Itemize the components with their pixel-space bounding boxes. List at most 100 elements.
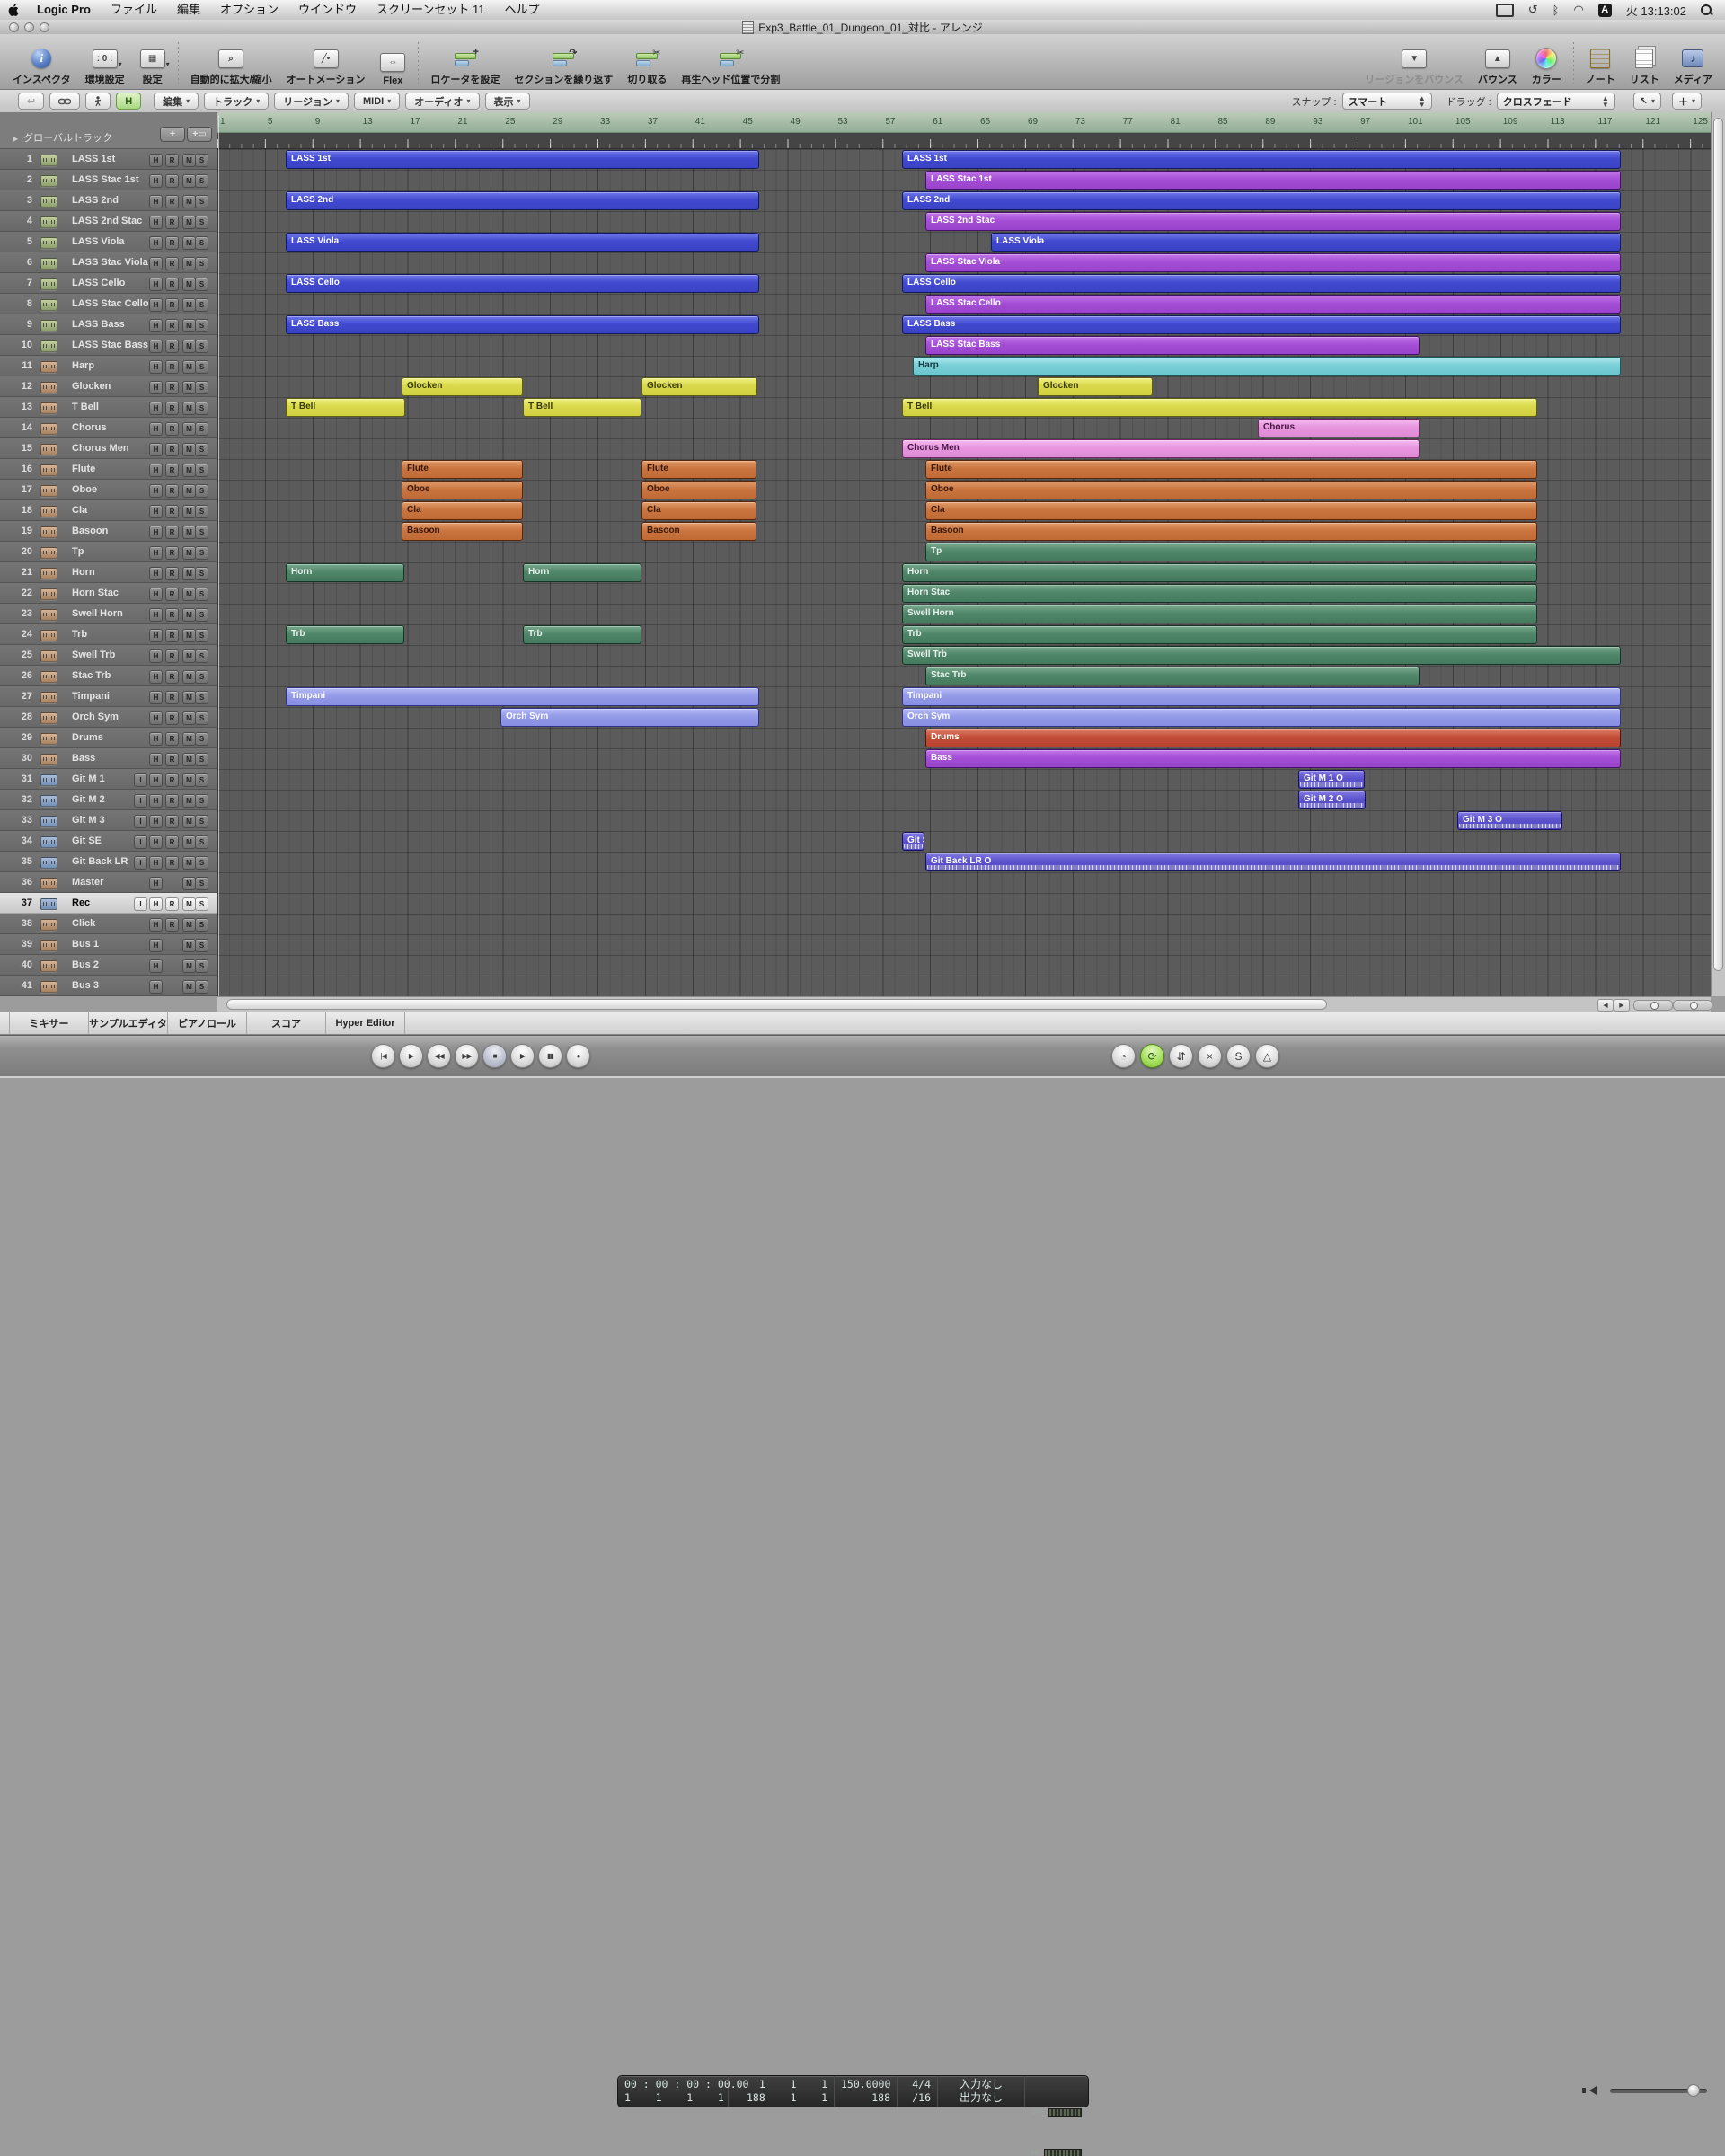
mute-button[interactable]: M <box>182 897 196 911</box>
rewind-to-start-button[interactable]: |◀ <box>371 1044 395 1068</box>
record-enable-button[interactable]: R <box>165 691 179 704</box>
hide-button[interactable]: H <box>149 402 163 415</box>
solo-button[interactable]: S <box>195 897 208 911</box>
record-enable-button[interactable]: R <box>165 298 179 312</box>
hide-button[interactable]: H <box>149 567 163 580</box>
solo-button[interactable]: S <box>195 980 208 994</box>
solo-button[interactable]: S <box>195 174 208 188</box>
track-row-trb[interactable]: 24TrbHRMS <box>0 624 217 645</box>
mute-button[interactable]: M <box>182 608 196 622</box>
hide-button[interactable]: H <box>149 360 163 374</box>
solo-button[interactable]: S <box>195 381 208 394</box>
region-lass-2nd[interactable]: LASS 2nd <box>286 191 759 210</box>
mute-button[interactable]: M <box>182 526 196 539</box>
solo-button[interactable]: S <box>195 340 208 353</box>
hide-button[interactable]: H <box>149 588 163 601</box>
hide-button[interactable]: H <box>149 939 163 952</box>
region-cla[interactable]: Cla <box>641 501 756 520</box>
region-lass-viola[interactable]: LASS Viola <box>286 233 759 252</box>
apple-menu-icon[interactable] <box>0 3 27 18</box>
toolbar-button-settings[interactable]: ▦設定 <box>132 36 173 86</box>
region-lass-stac-viola[interactable]: LASS Stac Viola <box>925 253 1621 272</box>
region-stac-trb[interactable]: Stac Trb <box>925 667 1420 685</box>
display-menu-icon[interactable] <box>1496 4 1514 17</box>
region-git-back-lr-o[interactable]: Git Back LR O <box>925 853 1621 871</box>
mute-button[interactable]: M <box>182 773 196 787</box>
catch-playhead-button[interactable] <box>85 93 111 110</box>
solo-button[interactable]: S <box>195 794 208 808</box>
mute-button[interactable]: M <box>182 443 196 456</box>
hide-button[interactable]: H <box>149 649 163 663</box>
autopunch-button[interactable]: ⇵ <box>1169 1044 1193 1068</box>
toolbar-button-media[interactable]: ♪メディア <box>1667 36 1720 86</box>
record-enable-button[interactable]: R <box>165 402 179 415</box>
lcd-signature-display[interactable]: 4/4/16 <box>898 2076 938 2107</box>
region-oboe[interactable]: Oboe <box>641 481 756 499</box>
solo-button[interactable]: S <box>195 773 208 787</box>
solo-button[interactable]: S <box>195 649 208 663</box>
link-button[interactable] <box>49 93 80 110</box>
record-enable-button[interactable]: R <box>165 897 179 911</box>
solo-button[interactable]: S <box>195 216 208 229</box>
region-trb[interactable]: Trb <box>523 625 641 644</box>
track-row-basoon[interactable]: 19BasoonHRMS <box>0 521 217 542</box>
region-git-m-1-o[interactable]: Git M 1 O <box>1298 770 1365 789</box>
mute-button[interactable]: M <box>182 629 196 642</box>
replace-button[interactable]: × <box>1198 1044 1222 1068</box>
mute-button[interactable]: M <box>182 360 196 374</box>
region-cla[interactable]: Cla <box>925 501 1537 520</box>
track-row-lass-stac-cello[interactable]: 8LASS Stac CelloHRMS <box>0 294 217 314</box>
close-window-button[interactable] <box>9 22 19 32</box>
input-monitor-button[interactable]: I <box>134 897 147 911</box>
hide-button[interactable]: H <box>149 154 163 167</box>
solo-button[interactable]: S <box>195 732 208 746</box>
track-row-git-m-3[interactable]: 33Git M 3IHRMS <box>0 810 217 831</box>
hide-button[interactable]: H <box>149 505 163 518</box>
solo-button[interactable]: S <box>195 278 208 291</box>
vertical-scrollbar[interactable] <box>1711 112 1725 996</box>
record-enable-button[interactable]: R <box>165 608 179 622</box>
solo-button[interactable]: S <box>195 257 208 270</box>
region-t-bell[interactable]: T Bell <box>286 398 405 417</box>
region-lass-1st[interactable]: LASS 1st <box>902 150 1621 169</box>
spotlight-icon[interactable] <box>1701 4 1712 16</box>
record-enable-button[interactable]: R <box>165 649 179 663</box>
region-glocken[interactable]: Glocken <box>1038 377 1153 396</box>
record-button[interactable]: ● <box>566 1044 590 1068</box>
mute-button[interactable]: M <box>182 567 196 580</box>
solo-button[interactable]: S <box>195 815 208 828</box>
lcd-locator-display[interactable]: 1 1 1188 1 1 <box>729 2076 835 2107</box>
region-bass[interactable]: Bass <box>925 749 1621 768</box>
track-row-lass-stac-1st[interactable]: 2LASS Stac 1stHRMS <box>0 170 217 190</box>
region-timpani[interactable]: Timpani <box>902 687 1621 706</box>
arrange-menu-2[interactable]: リージョン▾ <box>274 93 349 110</box>
mute-button[interactable]: M <box>182 216 196 229</box>
solo-button[interactable]: S <box>195 360 208 374</box>
region-swell-horn[interactable]: Swell Horn <box>902 605 1537 623</box>
region-harp[interactable]: Harp <box>913 357 1621 376</box>
record-enable-button[interactable]: R <box>165 319 179 332</box>
record-enable-button[interactable]: R <box>165 732 179 746</box>
mute-button[interactable]: M <box>182 484 196 498</box>
cycle-button[interactable]: ⟳ <box>1140 1044 1164 1068</box>
fast-forward-button[interactable]: ▶▶ <box>455 1044 479 1068</box>
solo-button[interactable]: S <box>195 835 208 849</box>
track-row-lass-stac-viola[interactable]: 6LASS Stac ViolaHRMS <box>0 252 217 273</box>
record-enable-button[interactable]: R <box>165 567 179 580</box>
solo-button[interactable]: S <box>1226 1044 1251 1068</box>
toolbar-button-split-playhead[interactable]: ✂再生ヘッド位置で分割 <box>674 36 787 86</box>
region-lass-2nd-stac[interactable]: LASS 2nd Stac <box>925 212 1621 231</box>
track-row-t-bell[interactable]: 13T BellHRMS <box>0 397 217 418</box>
stop-button[interactable]: ■ <box>482 1044 507 1068</box>
hide-button[interactable]: H <box>149 980 163 994</box>
hide-button[interactable]: H <box>149 753 163 766</box>
input-monitor-button[interactable]: I <box>134 773 147 787</box>
arrange-menu-5[interactable]: 表示▾ <box>485 93 530 110</box>
tab-ミキサー[interactable]: ミキサー <box>9 1012 89 1034</box>
track-row-flute[interactable]: 16FluteHRMS <box>0 459 217 480</box>
hide-button[interactable]: H <box>149 464 163 477</box>
region-git-m-3-o[interactable]: Git M 3 O <box>1457 811 1562 830</box>
region-chorus[interactable]: Chorus <box>1258 419 1420 437</box>
solo-button[interactable]: S <box>195 236 208 250</box>
hide-button[interactable]: H <box>149 257 163 270</box>
